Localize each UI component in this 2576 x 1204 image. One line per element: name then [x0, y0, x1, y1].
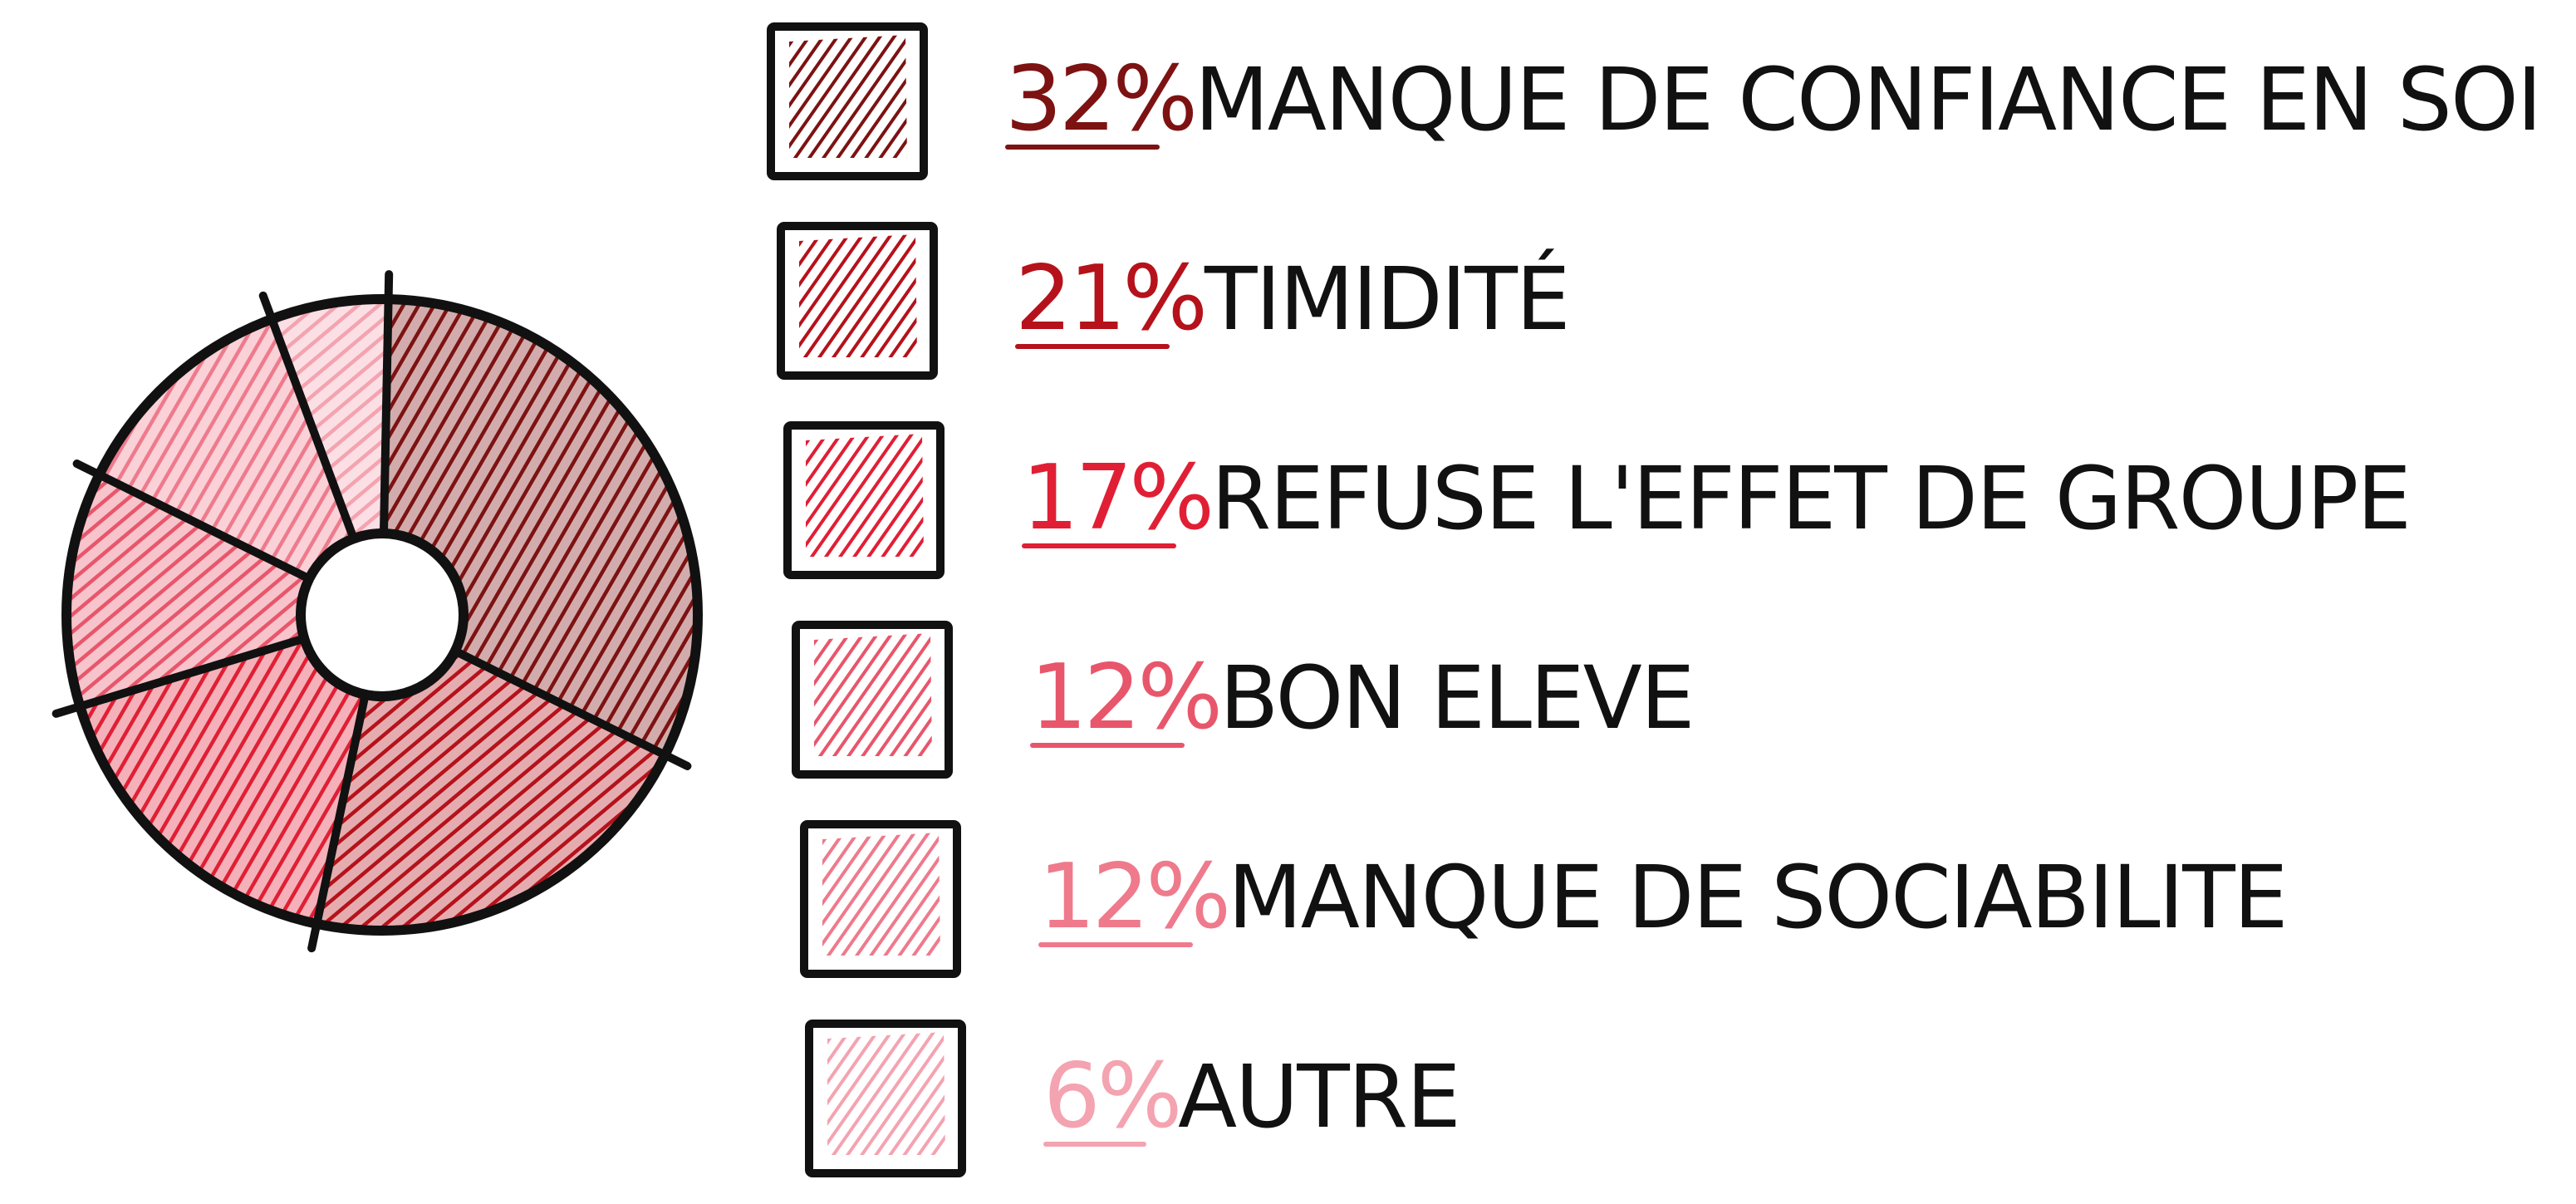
legend-value-label: 12%	[1038, 845, 1231, 949]
legend-value-label: 6%	[1043, 1044, 1182, 1148]
legend-value-underline	[1038, 942, 1193, 947]
legend-value-label: 12%	[1030, 646, 1223, 749]
legend-value-label: 17%	[1022, 446, 1214, 550]
legend-category-label: AUTRE	[1178, 1046, 1461, 1147]
donut-divider-1	[379, 270, 394, 538]
donut-hole	[296, 528, 469, 701]
legend-swatch	[800, 820, 961, 978]
legend-value-underline	[1015, 344, 1170, 349]
legend-category-label: TIMIDITÉ	[1205, 248, 1571, 350]
legend-value-underline	[1043, 1142, 1146, 1147]
legend-swatch	[783, 421, 945, 579]
legend-item: 21% TIMIDITÉ	[774, 216, 2569, 382]
donut-chart	[52, 270, 703, 953]
chart-canvas: 32% MANQUE DE CONFIANCE EN SOI 21% TIMIDITÉ…	[0, 0, 2576, 1204]
legend-item: 12% MANQUE DE SOCIABILITE	[797, 814, 2576, 980]
legend-value-underline	[1030, 743, 1185, 748]
legend-item: 12% BON ELEVE	[789, 615, 2576, 781]
legend-swatch	[792, 621, 953, 779]
legend-category-label: MANQUE DE CONFIANCE EN SOI	[1195, 49, 2542, 150]
legend-swatch	[777, 222, 938, 380]
legend-category-label: REFUSE L'EFFET DE GROUPE	[1211, 448, 2412, 549]
legend-value-underline	[1005, 145, 1160, 150]
legend-item: 6% AUTRE	[802, 1014, 2576, 1180]
legend-category-label: BON ELEVE	[1219, 647, 1695, 749]
legend-swatch	[805, 1020, 966, 1177]
legend-item: 32% MANQUE DE CONFIANCE EN SOI	[764, 17, 2559, 183]
legend-value-label: 32%	[1005, 47, 1198, 151]
legend-value-label: 21%	[1015, 247, 1208, 351]
legend-category-label: MANQUE DE SOCIABILITE	[1228, 847, 2288, 948]
legend-value-underline	[1022, 543, 1176, 548]
legend: 32% MANQUE DE CONFIANCE EN SOI 21% TIMIDITÉ…	[764, 17, 2559, 1197]
legend-item: 17% REFUSE L'EFFET DE GROUPE	[781, 415, 2575, 582]
legend-swatch	[767, 22, 928, 180]
